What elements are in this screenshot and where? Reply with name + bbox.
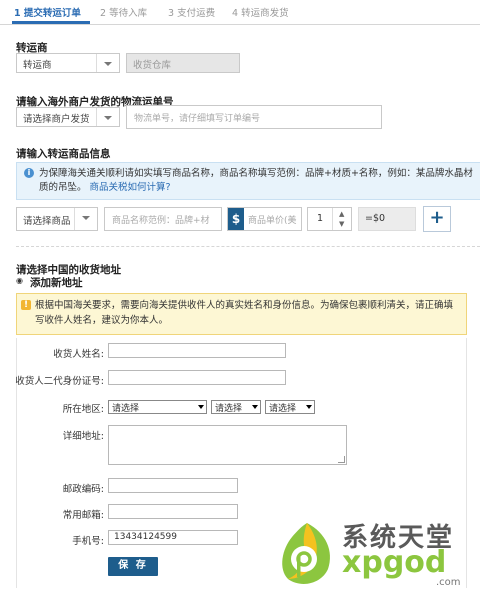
subtotal-display: =$0 [358,207,416,231]
detail-address-textarea[interactable] [108,425,347,465]
chevron-down-icon [96,108,119,126]
step-await-storage: 2 等待入库 [100,8,148,19]
warning-icon: ! [21,300,31,310]
customs-notice: i 为保障海关通关顺利请如实填写商品名称，商品名称填写范例：品牌+材质+名称，例… [16,162,480,200]
customs-warning: ! 根据中国海关要求，需要向海关提供收件人的真实姓名和身份信息。为确保包裹顺利清… [16,293,467,335]
chevron-down-icon [198,405,204,409]
increment-icon[interactable]: ▲ [339,210,344,218]
chevron-down-icon [252,405,258,409]
province-select-value: 请选择 [112,404,140,414]
customs-notice-body: 为保障海关通关顺利请如实填写商品名称，商品名称填写范例：品牌+材质+名称，例如：… [39,167,477,195]
resize-handle-icon[interactable] [338,456,345,463]
city-select[interactable]: 请选择 [211,400,261,414]
step-submit-order: 1 提交转运订单 [14,8,81,19]
radio-icon[interactable]: ◉ [16,276,23,285]
dollar-icon: $ [228,208,244,230]
tracking-number-input[interactable]: 物流单号，请仔细填写订单编号 [126,105,382,129]
quantity-arrows: ▲ ▼ [332,208,353,230]
forwarder-select[interactable]: 转运商 [16,53,120,73]
email-input[interactable] [108,504,238,519]
district-select-value: 请选择 [269,404,297,414]
recipient-name-input[interactable] [108,343,286,358]
quantity-stepper[interactable]: 1 ▲ ▼ [307,207,352,231]
watermark-brand-en: xpgod [342,545,447,580]
zip-label: 邮政编码: [62,484,104,495]
chevron-down-icon [306,405,312,409]
tracking-number-placeholder: 物流单号，请仔细填写订单编号 [134,114,261,124]
quantity-value: 1 [317,213,324,224]
phone-input[interactable]: 13434124599 [108,530,238,545]
leaf-logo-icon [282,523,330,584]
forwarder-select-value: 转运商 [23,60,52,71]
district-select[interactable]: 请选择 [265,400,315,414]
merchant-select[interactable]: 请选择商户发货 [16,107,120,127]
goods-category-select[interactable]: 请选择商品 [16,207,98,231]
add-new-address-label: 添加新地址 [30,277,83,289]
chevron-down-icon [96,54,119,72]
name-label: 收货人姓名: [53,349,104,360]
subtotal-value: =$0 [365,213,386,224]
customs-warning-text: 根据中国海关要求，需要向海关提供收件人的真实姓名和身份信息。为确保包裹顺利清关，… [35,300,454,326]
tariff-help-link[interactable]: 商品关税如何计算? [90,182,171,193]
add-goods-button[interactable]: + [423,206,451,232]
save-button[interactable]: 保 存 [108,557,158,576]
phone-label: 手机号: [72,536,104,547]
chevron-down-icon [74,208,97,230]
province-select[interactable]: 请选择 [108,400,207,414]
detail-address-label: 详细地址: [62,431,104,442]
active-step-indicator [12,21,90,24]
step-pay-shipping: 3 支付运费 [168,8,216,19]
section-divider [16,246,480,247]
goods-category-value: 请选择商品 [23,216,71,227]
zip-input[interactable] [108,478,238,493]
decrement-icon[interactable]: ▼ [339,220,344,228]
goods-price-placeholder: 商品单价(美 [248,216,297,226]
step-forwarder-ship: 4 转运商发货 [232,8,289,19]
step-bar: 1 提交转运订单 2 等待入库 3 支付运费 4 转运商发货 [0,0,480,25]
merchant-select-value: 请选择商户发货 [23,114,90,125]
goods-name-placeholder: 商品名称范例：品牌+材 [112,216,210,226]
region-label: 所在地区: [62,404,104,415]
warehouse-select: 收货仓库 [126,53,240,73]
watermark-tld: .com [436,577,461,588]
email-label: 常用邮箱: [62,510,104,521]
goods-name-input[interactable]: 商品名称范例：品牌+材 [104,207,222,231]
info-icon: i [24,168,34,178]
watermark-logo: 系统天堂 xpgod .com [276,515,476,593]
city-select-value: 请选择 [215,404,243,414]
warehouse-select-value: 收货仓库 [133,60,172,71]
goods-title: 请输入转运商品信息 [16,148,111,160]
goods-price-input[interactable]: $ 商品单价(美 [227,207,302,231]
id-number-input[interactable] [108,370,286,385]
id-number-label: 收货人二代身份证号: [15,376,104,387]
